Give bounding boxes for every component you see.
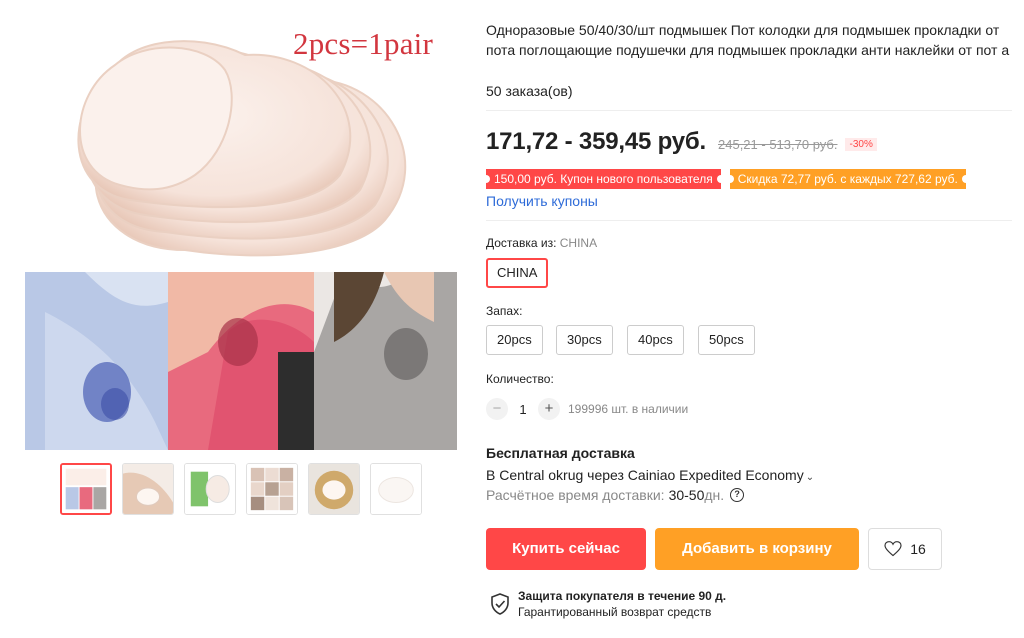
- buyer-protection: Защита покупателя в течение 90 д. Гарант…: [490, 589, 726, 620]
- delivery-eta: Расчётное время доставки: 30-50 дн. ?: [486, 487, 745, 503]
- original-price: 245,21 - 513,70 руб.: [718, 137, 838, 152]
- shield-check-icon: [491, 593, 509, 615]
- option-20pcs[interactable]: 20pcs: [486, 325, 543, 355]
- sweat-stain-blue-shirt-photo: [25, 272, 168, 450]
- chevron-down-icon: ⌄: [805, 472, 815, 483]
- discount-badge: -30%: [845, 138, 877, 151]
- store-discount-coupon[interactable]: Скидка 72,77 руб. с каждых 727,62 руб.: [725, 169, 971, 189]
- coupon-row: 150,00 руб. Купон нового пользователя Ск…: [482, 169, 971, 189]
- buyer-protection-text: Защита покупателя в течение 90 д. Гарант…: [518, 589, 726, 620]
- main-image-pads[interactable]: 2pcs=1pair: [25, 0, 457, 272]
- eta-value: 30-50: [668, 487, 705, 503]
- ship-from-label: Доставка из:: [486, 236, 557, 250]
- quantity-stepper: − 1 + 199996 шт. в наличии: [486, 398, 688, 420]
- quantity-decrease-button[interactable]: −: [486, 398, 508, 420]
- free-shipping-title: Бесплатная доставка: [486, 445, 635, 461]
- eta-label: Расчётное время доставки:: [486, 487, 665, 503]
- quantity-increase-button[interactable]: +: [538, 398, 560, 420]
- eta-unit: дн.: [704, 487, 725, 503]
- heart-icon: [884, 541, 902, 557]
- thumbnail-strip: [60, 463, 422, 515]
- get-coupons-link[interactable]: Получить купоны: [486, 193, 598, 209]
- scent-label: Запах:: [486, 304, 523, 318]
- help-icon[interactable]: ?: [730, 488, 745, 502]
- shipping-method-selector[interactable]: В Central okrug через Cainiao Expedited …: [486, 467, 814, 483]
- thumbnail-collage[interactable]: [60, 463, 112, 515]
- ship-from-value: CHINA: [559, 236, 598, 250]
- quantity-label: Количество:: [486, 372, 554, 386]
- wishlist-count: 16: [910, 541, 926, 557]
- sweat-stain-grey-shirt-photo: [314, 272, 457, 450]
- option-50pcs[interactable]: 50pcs: [698, 325, 755, 355]
- pair-caption: 2pcs=1pair: [293, 26, 434, 61]
- quantity-value[interactable]: 1: [508, 402, 538, 417]
- buyer-protection-subtitle: Гарантированный возврат средств: [518, 605, 712, 619]
- sweat-stain-pink-shirt-photo: [168, 272, 314, 450]
- thumbnail-pad-on-plate[interactable]: [308, 463, 360, 515]
- thumbnail-pad-on-arm[interactable]: [122, 463, 174, 515]
- thumbnail-pad-grid[interactable]: [246, 463, 298, 515]
- current-price: 171,72 - 359,45 руб.: [486, 128, 706, 155]
- option-40pcs[interactable]: 40pcs: [627, 325, 684, 355]
- shipping-method-text: В Central okrug через Cainiao Expedited …: [486, 467, 804, 483]
- new-user-coupon[interactable]: 150,00 руб. Купон нового пользователя: [482, 169, 725, 189]
- thumbnail-pad-application[interactable]: [184, 463, 236, 515]
- ship-from-option-china[interactable]: CHINA: [486, 258, 549, 288]
- main-image-collage[interactable]: [25, 272, 457, 450]
- buy-now-button[interactable]: Купить сейчас: [486, 528, 646, 570]
- add-to-cart-button[interactable]: Добавить в корзину: [655, 528, 859, 570]
- thumbnail-single-pad[interactable]: [370, 463, 422, 515]
- orders-count: 50 заказа(ов): [486, 83, 573, 99]
- stock-count: 199996 шт. в наличии: [568, 402, 689, 416]
- divider: [486, 220, 1012, 221]
- product-gallery: 2pcs=1pair: [25, 0, 457, 450]
- ship-from-label-row: Доставка из: CHINA: [486, 236, 597, 250]
- option-30pcs[interactable]: 30pcs: [556, 325, 613, 355]
- buyer-protection-title: Защита покупателя в течение 90 д.: [518, 589, 727, 603]
- wishlist-button[interactable]: 16: [868, 528, 942, 570]
- price-row: 171,72 - 359,45 руб. 245,21 - 513,70 руб…: [486, 128, 877, 156]
- product-title: Одноразовые 50/40/30/шт подмышек Пот кол…: [486, 22, 1010, 58]
- divider: [486, 110, 1012, 111]
